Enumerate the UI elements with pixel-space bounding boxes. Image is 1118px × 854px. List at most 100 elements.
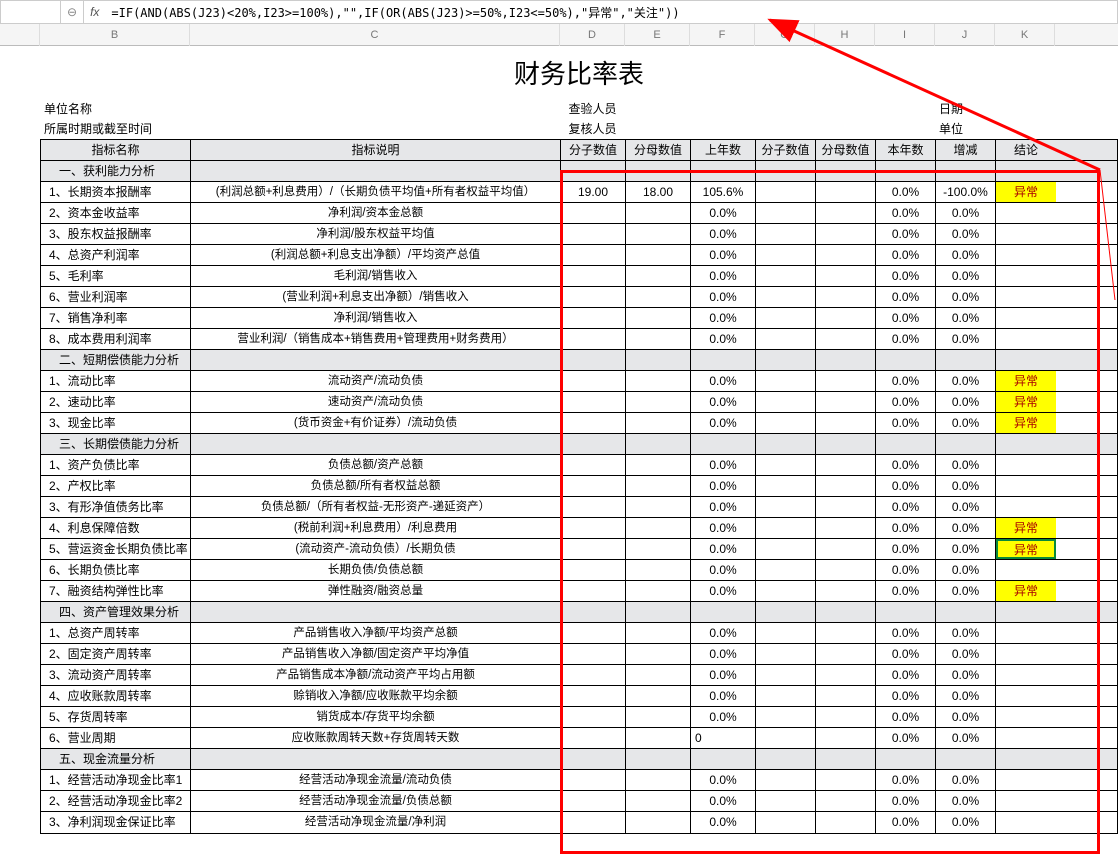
numerator[interactable] [561,308,626,328]
this-year[interactable]: 0.0% [876,245,936,265]
denominator[interactable] [626,455,691,475]
indicator-desc[interactable]: 负债总额/（所有者权益-无形资产-递延资产） [191,497,561,517]
denominator2[interactable] [816,707,876,727]
conclusion[interactable] [996,623,1056,643]
indicator-name[interactable]: 3、有形净值债务比率 [41,497,191,517]
this-year[interactable]: 0.0% [876,182,936,202]
conclusion[interactable] [996,476,1056,496]
last-year[interactable]: 0.0% [691,665,756,685]
change[interactable]: 0.0% [936,791,996,811]
this-year[interactable]: 0.0% [876,539,936,559]
conclusion[interactable] [996,812,1056,833]
last-year[interactable]: 0.0% [691,476,756,496]
empty-cell[interactable] [626,434,691,454]
denominator2[interactable] [816,560,876,580]
indicator-name[interactable]: 4、应收账款周转率 [41,686,191,706]
change[interactable]: 0.0% [936,287,996,307]
denominator[interactable] [626,539,691,559]
numerator[interactable] [561,644,626,664]
this-year[interactable]: 0.0% [876,497,936,517]
empty-cell[interactable] [816,434,876,454]
last-year[interactable]: 0.0% [691,539,756,559]
last-year[interactable]: 0.0% [691,707,756,727]
empty-cell[interactable] [691,749,756,769]
numerator2[interactable] [756,203,816,223]
empty-cell[interactable] [996,434,1056,454]
conclusion[interactable]: 异常 [996,581,1056,601]
numerator2[interactable] [756,245,816,265]
denominator[interactable] [626,413,691,433]
this-year[interactable]: 0.0% [876,266,936,286]
this-year[interactable]: 0.0% [876,287,936,307]
numerator2[interactable] [756,791,816,811]
numerator2[interactable] [756,812,816,833]
last-year[interactable]: 0.0% [691,266,756,286]
numerator2[interactable] [756,728,816,748]
last-year[interactable]: 0.0% [691,287,756,307]
denominator[interactable] [626,392,691,412]
indicator-name[interactable]: 1、资产负债比率 [41,455,191,475]
empty-cell[interactable] [756,434,816,454]
denominator2[interactable] [816,497,876,517]
this-year[interactable]: 0.0% [876,224,936,244]
empty-cell[interactable] [691,161,756,181]
numerator[interactable] [561,455,626,475]
conclusion[interactable] [996,791,1056,811]
numerator2[interactable] [756,665,816,685]
col-header-f[interactable]: F [690,24,755,46]
empty-cell[interactable] [191,749,561,769]
empty-cell[interactable] [561,749,626,769]
denominator2[interactable] [816,245,876,265]
change[interactable]: 0.0% [936,329,996,349]
indicator-desc[interactable]: 流动资产/流动负债 [191,371,561,391]
indicator-name[interactable]: 7、融资结构弹性比率 [41,581,191,601]
indicator-name[interactable]: 2、资本金收益率 [41,203,191,223]
indicator-desc[interactable]: (流动资产-流动负债）/长期负债 [191,539,561,559]
denominator2[interactable] [816,665,876,685]
change[interactable]: 0.0% [936,455,996,475]
conclusion[interactable] [996,203,1056,223]
last-year[interactable]: 105.6% [691,182,756,202]
empty-cell[interactable] [816,602,876,622]
numerator[interactable] [561,518,626,538]
denominator2[interactable] [816,203,876,223]
conclusion[interactable]: 异常 [996,518,1056,538]
empty-cell[interactable] [756,602,816,622]
numerator2[interactable] [756,287,816,307]
this-year[interactable]: 0.0% [876,203,936,223]
indicator-desc[interactable]: 赊销收入净额/应收账款平均余额 [191,686,561,706]
indicator-name[interactable]: 3、股东权益报酬率 [41,224,191,244]
denominator2[interactable] [816,392,876,412]
numerator[interactable] [561,791,626,811]
conclusion[interactable] [996,224,1056,244]
col-header-d[interactable]: D [560,24,625,46]
change[interactable]: 0.0% [936,245,996,265]
indicator-name[interactable]: 3、流动资产周转率 [41,665,191,685]
empty-cell[interactable] [691,602,756,622]
indicator-name[interactable]: 2、产权比率 [41,476,191,496]
change[interactable]: 0.0% [936,665,996,685]
indicator-name[interactable]: 6、营业利润率 [41,287,191,307]
denominator2[interactable] [816,413,876,433]
indicator-name[interactable]: 3、现金比率 [41,413,191,433]
this-year[interactable]: 0.0% [876,770,936,790]
change[interactable]: 0.0% [936,476,996,496]
indicator-desc[interactable]: 产品销售成本净额/流动资产平均占用额 [191,665,561,685]
indicator-name[interactable]: 1、总资产周转率 [41,623,191,643]
conclusion[interactable] [996,245,1056,265]
numerator[interactable] [561,203,626,223]
name-box[interactable] [1,1,61,23]
change[interactable]: 0.0% [936,518,996,538]
empty-cell[interactable] [191,161,561,181]
numerator2[interactable] [756,581,816,601]
change[interactable]: 0.0% [936,623,996,643]
conclusion[interactable] [996,665,1056,685]
last-year[interactable]: 0.0% [691,644,756,664]
indicator-name[interactable]: 5、存货周转率 [41,707,191,727]
indicator-desc[interactable]: 经营活动净现金流量/净利润 [191,812,561,833]
change[interactable]: 0.0% [936,539,996,559]
denominator[interactable] [626,308,691,328]
indicator-desc[interactable]: 产品销售收入净额/平均资产总额 [191,623,561,643]
this-year[interactable]: 0.0% [876,455,936,475]
numerator2[interactable] [756,413,816,433]
